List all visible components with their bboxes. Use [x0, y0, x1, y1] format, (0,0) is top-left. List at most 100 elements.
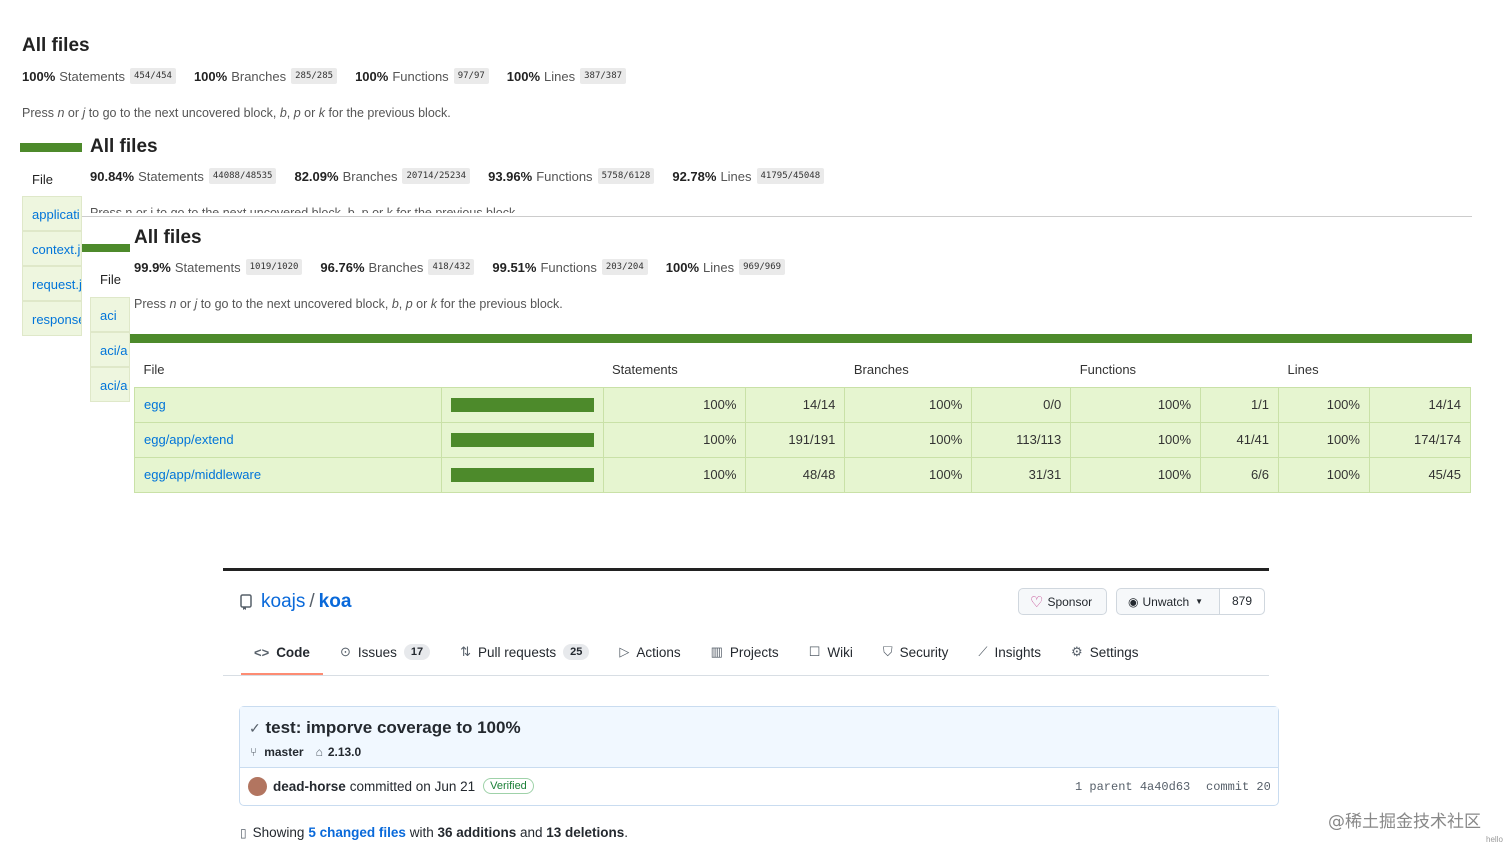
- commit-sha: commit 20: [1206, 780, 1270, 794]
- top-border: [223, 568, 1269, 571]
- stat-lines: 100% Lines 969/969: [666, 259, 786, 275]
- diff-summary: ▯ Showing 5 changed files with 36 additi…: [240, 825, 629, 840]
- tab-settings[interactable]: ⚙ Settings: [1071, 644, 1138, 660]
- page-title: All files: [90, 136, 158, 157]
- changed-files-link[interactable]: 5 changed files: [308, 825, 406, 840]
- lines-frac: 14/14: [1368, 386, 1472, 423]
- keyboard-hint: Press n or j to go to the next uncovered…: [90, 206, 519, 213]
- author-link[interactable]: dead-horse: [273, 779, 346, 794]
- column-header-branches[interactable]: Branches: [845, 353, 972, 387]
- coverage-bar-track: [450, 467, 594, 482]
- unwatch-button[interactable]: ◉ Unwatch ▼: [1117, 589, 1220, 614]
- stat-lines: 92.78% Lines 41795/45048: [672, 168, 825, 184]
- watch-count[interactable]: 879: [1220, 589, 1264, 614]
- file-cell: egg/app/extend: [134, 421, 442, 458]
- column-header-bar: [441, 353, 603, 387]
- commit-title: ✓ test: imporve coverage to 100%: [249, 718, 521, 737]
- file-cell: egg/app/middleware: [134, 456, 442, 493]
- branches-frac: 113/113: [971, 421, 1072, 458]
- tab-actions[interactable]: ▷ Actions: [619, 644, 680, 660]
- security-icon: ⛉: [882, 644, 893, 659]
- report-1: All files: [22, 35, 90, 57]
- report-1-summary: 100% Statements 454/454 100% Branches 285/28…: [22, 68, 644, 84]
- column-header-lines[interactable]: Lines: [1279, 353, 1370, 387]
- insights-icon: ⟋: [978, 644, 988, 659]
- lines-frac: 174/174: [1368, 421, 1472, 458]
- file-link[interactable]: aci/a: [90, 332, 130, 367]
- table-header-row: File Statements Branches Functions Lines: [135, 353, 1471, 387]
- statements-frac: 191/191: [745, 421, 846, 458]
- keyboard-hint: Press n or j to go to the next uncovered…: [134, 297, 563, 311]
- column-header-functions[interactable]: Functions: [1071, 353, 1201, 387]
- functions-pct: 100%: [1070, 456, 1202, 493]
- repo-icon: [240, 594, 252, 610]
- tab-counter: 17: [403, 644, 431, 660]
- coverage-status-bar: [130, 334, 1472, 343]
- file-link[interactable]: response: [22, 301, 82, 336]
- file-link[interactable]: request.j: [22, 266, 82, 301]
- column-header-statements[interactable]: Statements: [603, 353, 746, 387]
- sponsor-button[interactable]: ♡ Sponsor: [1018, 588, 1107, 615]
- report-2-summary: 90.84% Statements 44088/48535 82.09% Branch…: [90, 168, 842, 184]
- lines-frac: 45/45: [1368, 456, 1472, 493]
- tab-wiki[interactable]: ☐ Wiki: [809, 644, 853, 660]
- commit-meta: dead-horse committed on Jun 21 Verified …: [240, 768, 1278, 805]
- report-1-file-list: applicati context.j request.j response: [22, 196, 82, 336]
- column-header-file[interactable]: File: [135, 353, 442, 387]
- coverage-table: File Statements Branches Functions Lines…: [134, 353, 1472, 493]
- repo-owner-link[interactable]: koajs: [261, 591, 305, 613]
- nav-divider: [223, 675, 1269, 676]
- tab-insights[interactable]: ⟋ Insights: [978, 644, 1041, 660]
- report-3: All files 99.9% Statements 1019/1020 96.76…: [130, 218, 1472, 493]
- coverage-bar-track: [450, 397, 594, 412]
- coverage-bar-fill: [450, 467, 594, 482]
- tab-issues[interactable]: ⊙ Issues 17: [339, 644, 431, 660]
- tag-link[interactable]: 2.13.0: [328, 745, 361, 759]
- file-link[interactable]: aci: [90, 297, 130, 332]
- column-header-functions-frac: [1201, 353, 1279, 387]
- commit-header: ✓ test: imporve coverage to 100% ⑂ maste…: [240, 707, 1278, 768]
- branch-icon: ⑂: [250, 745, 258, 759]
- parent-sha-link[interactable]: 4a40d63: [1140, 780, 1190, 794]
- tab-counter: 25: [563, 644, 590, 660]
- avatar[interactable]: [248, 777, 267, 796]
- actions-icon: ▷: [619, 644, 630, 659]
- report-3-summary: 99.9% Statements 1019/1020 96.76% Branches 4…: [134, 259, 803, 275]
- stat-functions: 99.51% Functions 203/204: [492, 259, 648, 275]
- lines-pct: 100%: [1278, 456, 1370, 493]
- tab-security[interactable]: ⛉ Security: [883, 644, 949, 660]
- tab-projects[interactable]: ▥ Projects: [711, 644, 779, 660]
- issues-icon: ⊙: [339, 644, 351, 659]
- report-2: All files 90.84% Statements 44088/48535 82…: [82, 135, 1472, 217]
- heart-icon: ♡: [1030, 593, 1044, 611]
- stat-functions: 100% Functions 97/97: [355, 68, 489, 84]
- verified-badge[interactable]: Verified: [483, 778, 534, 794]
- column-header-file: File: [100, 272, 121, 287]
- stat-branches: 96.76% Branches 418/432: [320, 259, 475, 275]
- repo-name-link[interactable]: koa: [319, 591, 352, 613]
- column-header-file: File: [32, 172, 53, 187]
- lines-pct: 100%: [1278, 421, 1370, 458]
- tab-pull-requests[interactable]: ⇅ Pull requests 25: [460, 644, 590, 660]
- watermark-small: hello: [1486, 835, 1503, 844]
- lines-pct: 100%: [1278, 386, 1370, 423]
- file-link[interactable]: egg: [144, 397, 166, 412]
- tab-label: Pull requests: [478, 644, 557, 660]
- branch-link[interactable]: master: [264, 745, 303, 759]
- file-link[interactable]: egg/app/extend: [144, 432, 234, 447]
- tab-code[interactable]: <> Code: [254, 644, 310, 660]
- file-link[interactable]: aci/a: [90, 367, 130, 402]
- table-row: egg/app/middleware 100% 48/48 100% 31/31 100%…: [134, 456, 1472, 493]
- statements-pct: 100%: [602, 456, 747, 493]
- file-link[interactable]: context.j: [22, 231, 82, 266]
- eye-icon: ◉: [1128, 594, 1139, 609]
- stat-functions: 93.96% Functions 5758/6128: [488, 168, 655, 184]
- code-icon: <>: [254, 644, 270, 660]
- file-link[interactable]: egg/app/middleware: [144, 467, 261, 482]
- stat-lines: 100% Lines 387/387: [507, 68, 627, 84]
- statements-pct: 100%: [602, 421, 747, 458]
- caret-down-icon: ▼: [1195, 597, 1204, 606]
- file-link[interactable]: applicati: [22, 196, 82, 231]
- stat-branches: 82.09% Branches 20714/25234: [294, 168, 471, 184]
- functions-frac: 41/41: [1200, 421, 1280, 458]
